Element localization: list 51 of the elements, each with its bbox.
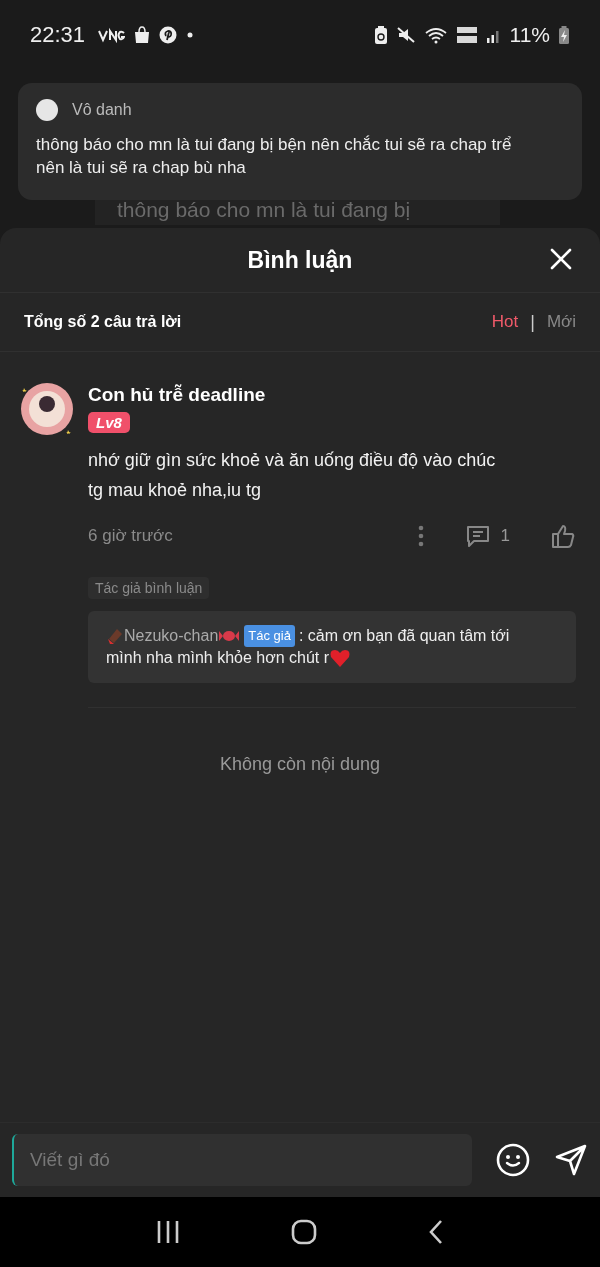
comment-author: Con hủ trễ deadline [88, 384, 266, 406]
notification-card[interactable]: Vô danh thông báo cho mn là tui đang bị bện nên chắc tui sẽ ra chap trể nên là tui sẽ ra chap bù nha [18, 83, 582, 200]
tab-separator: | [530, 311, 535, 333]
notification-sender: Vô danh [72, 101, 132, 119]
send-icon [554, 1143, 588, 1177]
level-badge: Lv8 [88, 412, 130, 433]
message-text: thông báo cho mn là tui đang bị [117, 198, 411, 221]
back-icon [428, 1219, 445, 1245]
thumbs-up-icon [550, 523, 576, 549]
sheet-title: Bình luận [247, 246, 353, 274]
mute-icon [395, 26, 416, 44]
more-button[interactable] [416, 524, 425, 548]
close-icon [550, 248, 572, 270]
home-icon [291, 1219, 317, 1245]
author-tag: Tác giả [244, 625, 295, 647]
more-icon [416, 524, 425, 548]
reply-author: Nezuko-chan [124, 626, 219, 646]
pin-logo-icon [159, 26, 178, 44]
heart-icon [329, 648, 352, 668]
smiley-icon [496, 1143, 530, 1177]
end-of-content: Không còn nội dung [218, 754, 382, 775]
recents-icon [155, 1220, 180, 1244]
comment-time: 6 giờ trước [88, 526, 173, 546]
status-time: 22:31 [30, 22, 86, 48]
reply-button[interactable]: 1 [464, 524, 510, 548]
recents-button[interactable] [155, 1220, 180, 1244]
like-button[interactable] [550, 523, 576, 549]
notification-message: thông báo cho mn là tui đang bị bện nên chắc tui sẽ ra chap trể nên là tui sẽ ra chap bù nha [36, 134, 513, 179]
reply-text: mình nha mình khỏe hơn chút r [106, 648, 330, 668]
home-button[interactable] [291, 1219, 317, 1245]
reply-text: : cảm ơn bạn đã quan tâm tới [298, 626, 510, 646]
app-logo-icon [97, 27, 126, 43]
wifi-icon [423, 26, 448, 44]
chocolate-icon [106, 627, 124, 645]
battery-percent: 11% [509, 23, 550, 47]
comment-input[interactable]: Viết gì đó [12, 1134, 472, 1186]
sort-tab[interactable]: Mới [546, 312, 576, 332]
avatar-icon [36, 99, 58, 121]
avatar-icon [18, 380, 76, 438]
recycle-battery-icon [373, 25, 388, 45]
close-button[interactable] [550, 248, 572, 270]
battery-charging-icon [558, 25, 570, 45]
author-reply-label: Tác giả bình luận [88, 577, 210, 599]
sort-tab[interactable]: Hot [491, 312, 519, 332]
emoji-button[interactable] [496, 1143, 530, 1177]
shopping-bag-icon [133, 26, 152, 44]
back-button[interactable] [428, 1219, 445, 1245]
comment-icon [464, 524, 491, 548]
reply-total: Tổng số 2 câu trả lời [24, 313, 182, 331]
send-button[interactable] [554, 1143, 588, 1177]
comment-text: nhớ giữ gìn sức khoẻ và ăn uống điều độ vào chúc tg mau khoẻ nha,iu tg [88, 449, 497, 502]
